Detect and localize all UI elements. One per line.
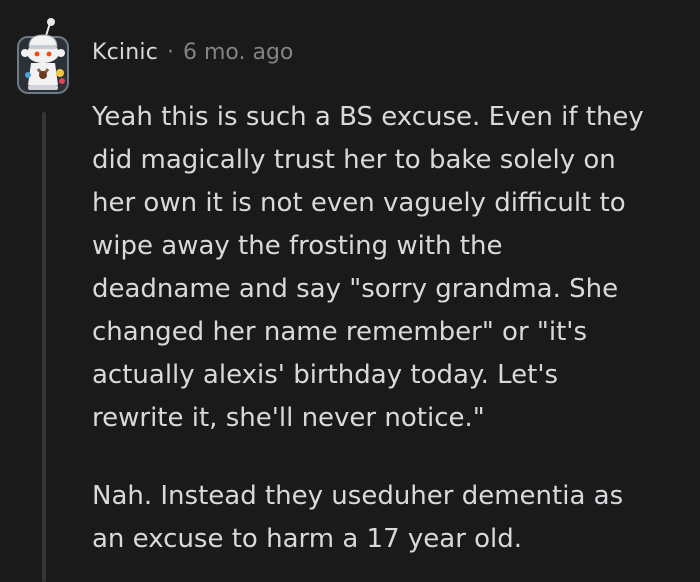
snoo-avatar-icon[interactable]: [16, 17, 74, 107]
comment-paragraph-1: Yeah this is such a BS excuse. Even if t…: [92, 102, 644, 433]
thread-collapse-line[interactable]: [42, 112, 46, 582]
comment-timestamp[interactable]: 6 mo. ago: [183, 40, 293, 65]
comment: Kcinic · 6 mo. ago Yeah this is such a B…: [0, 0, 700, 582]
comment-header: [16, 14, 74, 110]
meta-separator: ·: [167, 40, 174, 65]
comment-meta: Kcinic · 6 mo. ago: [92, 40, 293, 65]
comment-paragraph-2: Nah. Instead they useduher dementia as a…: [92, 481, 624, 554]
author-username[interactable]: Kcinic: [92, 40, 158, 65]
comment-body: Yeah this is such a BS excuse. Even if t…: [92, 96, 682, 561]
